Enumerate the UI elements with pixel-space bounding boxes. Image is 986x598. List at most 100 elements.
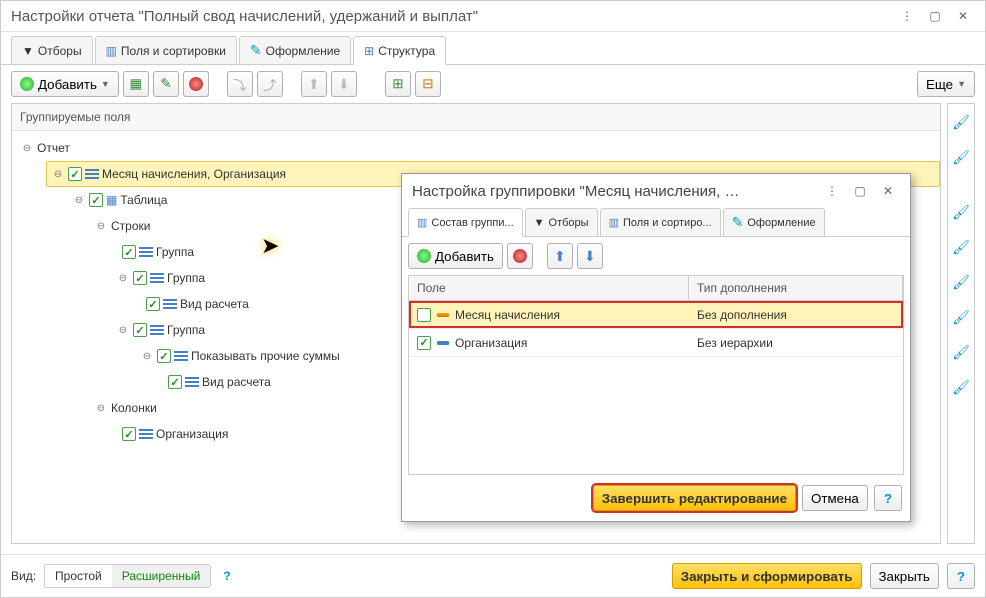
checkbox[interactable] — [157, 349, 171, 363]
tab-label: Оформление — [747, 217, 815, 229]
checkbox[interactable] — [146, 297, 160, 311]
close-icon[interactable]: ✕ — [951, 7, 975, 25]
checkbox[interactable] — [168, 375, 182, 389]
grid-row[interactable]: Месяц начисления Без дополнения — [409, 301, 903, 329]
menu-icon[interactable]: ⋮ — [820, 182, 844, 200]
node-label: Группа — [167, 271, 205, 285]
expander-icon[interactable]: ⊖ — [20, 141, 34, 155]
popup-tab-composition[interactable]: ▥ Состав группи... — [408, 208, 523, 237]
arrow-down-icon: ⬇ — [338, 76, 350, 93]
grid-row[interactable]: Организация Без иерархии — [409, 329, 903, 357]
brush-icon[interactable]: 🖌 — [952, 344, 970, 361]
move-down-button[interactable]: ⬇ — [331, 71, 357, 97]
maximize-icon[interactable]: ▢ — [923, 7, 947, 25]
group-button[interactable]: ▦ — [123, 71, 149, 97]
expander-icon[interactable]: ⊖ — [116, 271, 130, 285]
finish-editing-button[interactable]: Завершить редактирование — [593, 485, 796, 511]
settings-window: Настройки отчета "Полный свод начислений… — [0, 0, 986, 598]
pencil-icon: ✎ — [160, 76, 171, 92]
help-button[interactable]: ? — [874, 485, 902, 511]
grid-header: Поле Тип дополнения — [409, 276, 903, 301]
table-icon: ▦ — [106, 193, 117, 207]
popup-tab-fields[interactable]: ▥ Поля и сортиро... — [600, 208, 721, 236]
columns-icon: ▥ — [417, 216, 427, 229]
brush-icon[interactable]: 🖌 — [952, 149, 970, 166]
arrow-up-icon: ⬆ — [308, 76, 320, 93]
close-generate-button[interactable]: Закрыть и сформировать — [672, 563, 862, 589]
brush-icon[interactable]: 🖌 — [952, 379, 970, 396]
tree-node-report[interactable]: ⊖ Отчет — [12, 135, 940, 161]
popup-tab-design[interactable]: ✎ Оформление — [723, 208, 825, 236]
edit-button[interactable]: ✎ — [153, 71, 179, 97]
expander-icon[interactable]: ⊖ — [140, 349, 154, 363]
button-label: Еще — [926, 77, 953, 92]
view-advanced[interactable]: Расширенный — [112, 565, 211, 587]
help-button[interactable]: ? — [947, 563, 975, 589]
expand-button[interactable]: ⊞ — [385, 71, 411, 97]
panel-header: Группируемые поля — [12, 104, 940, 131]
view-simple[interactable]: Простой — [45, 565, 112, 587]
node-label: Строки — [111, 219, 150, 233]
maximize-icon[interactable]: ▢ — [848, 182, 872, 200]
window-title: Настройки отчета "Полный свод начислений… — [11, 8, 891, 25]
brush-icon[interactable]: 🖌 — [952, 309, 970, 326]
close-icon[interactable]: ✕ — [876, 182, 900, 200]
cancel-button[interactable]: Отмена — [802, 485, 868, 511]
popup-tabs: ▥ Состав группи... ▼ Отборы ▥ Поля и сор… — [402, 208, 910, 237]
help-icon[interactable]: ? — [219, 569, 234, 583]
tab-filters[interactable]: ▼ Отборы — [11, 36, 93, 64]
delete-button[interactable] — [183, 71, 209, 97]
group-icon — [163, 299, 177, 309]
tab-label: Оформление — [266, 44, 340, 58]
popup-down-button[interactable]: ⬇ — [577, 243, 603, 269]
tab-design[interactable]: ✎ Оформление — [239, 36, 351, 64]
menu-icon[interactable]: ⋮ — [895, 7, 919, 25]
add-button[interactable]: Добавить ▼ — [11, 71, 119, 97]
popup-tab-filters[interactable]: ▼ Отборы — [525, 208, 598, 236]
expander-icon[interactable]: ⊖ — [94, 401, 108, 415]
link2-button[interactable]: ⤴ — [257, 71, 283, 97]
checkbox[interactable] — [122, 245, 136, 259]
node-label: Отчет — [37, 141, 70, 155]
popup-up-button[interactable]: ⬆ — [547, 243, 573, 269]
checkbox[interactable] — [133, 323, 147, 337]
expander-icon[interactable]: ⊖ — [94, 219, 108, 233]
tab-label: Состав группи... — [431, 217, 513, 229]
popup-delete-button[interactable] — [507, 243, 533, 269]
brush-icon[interactable]: 🖌 — [952, 239, 970, 256]
titlebar: Настройки отчета "Полный свод начислений… — [1, 1, 985, 32]
close-button[interactable]: Закрыть — [870, 563, 939, 589]
brush-icon: ✎ — [250, 42, 262, 59]
brush-icon[interactable]: 🖌 — [952, 204, 970, 221]
cell-type: Без дополнения — [689, 304, 903, 326]
more-button[interactable]: Еще ▼ — [917, 71, 975, 97]
expander-icon[interactable]: ⊖ — [116, 323, 130, 337]
tab-label: Поля и сортировки — [121, 44, 226, 58]
collapse-button[interactable]: ⊟ — [415, 71, 441, 97]
col-header-field: Поле — [409, 276, 689, 300]
expander-icon[interactable]: ⊖ — [72, 193, 86, 207]
link1-button[interactable]: ⤵ — [227, 71, 253, 97]
checkbox[interactable] — [89, 193, 103, 207]
field-icon — [437, 341, 449, 345]
checkbox[interactable] — [417, 336, 431, 350]
checkbox[interactable] — [68, 167, 82, 181]
bottom-bar: Вид: Простой Расширенный ? Закрыть и сфо… — [1, 554, 985, 597]
popup-add-button[interactable]: Добавить — [408, 243, 503, 269]
expander-icon[interactable]: ⊖ — [51, 167, 65, 181]
popup-title: Настройка группировки "Месяц начисления,… — [412, 183, 816, 200]
group-icon: ▦ — [130, 76, 143, 92]
col-header-type: Тип дополнения — [689, 276, 903, 300]
brush-icon[interactable]: 🖌 — [952, 114, 970, 131]
checkbox[interactable] — [133, 271, 147, 285]
node-label: Вид расчета — [202, 375, 271, 389]
tab-structure[interactable]: ⊞ Структура — [353, 36, 446, 65]
node-label: Таблица — [120, 193, 167, 207]
checkbox[interactable] — [122, 427, 136, 441]
brush-icon[interactable]: 🖌 — [952, 274, 970, 291]
tab-fields[interactable]: ▥ Поля и сортировки — [95, 36, 237, 64]
delete-icon — [189, 77, 203, 91]
view-toggle: Простой Расширенный — [44, 564, 211, 588]
checkbox[interactable] — [417, 308, 431, 322]
move-up-button[interactable]: ⬆ — [301, 71, 327, 97]
